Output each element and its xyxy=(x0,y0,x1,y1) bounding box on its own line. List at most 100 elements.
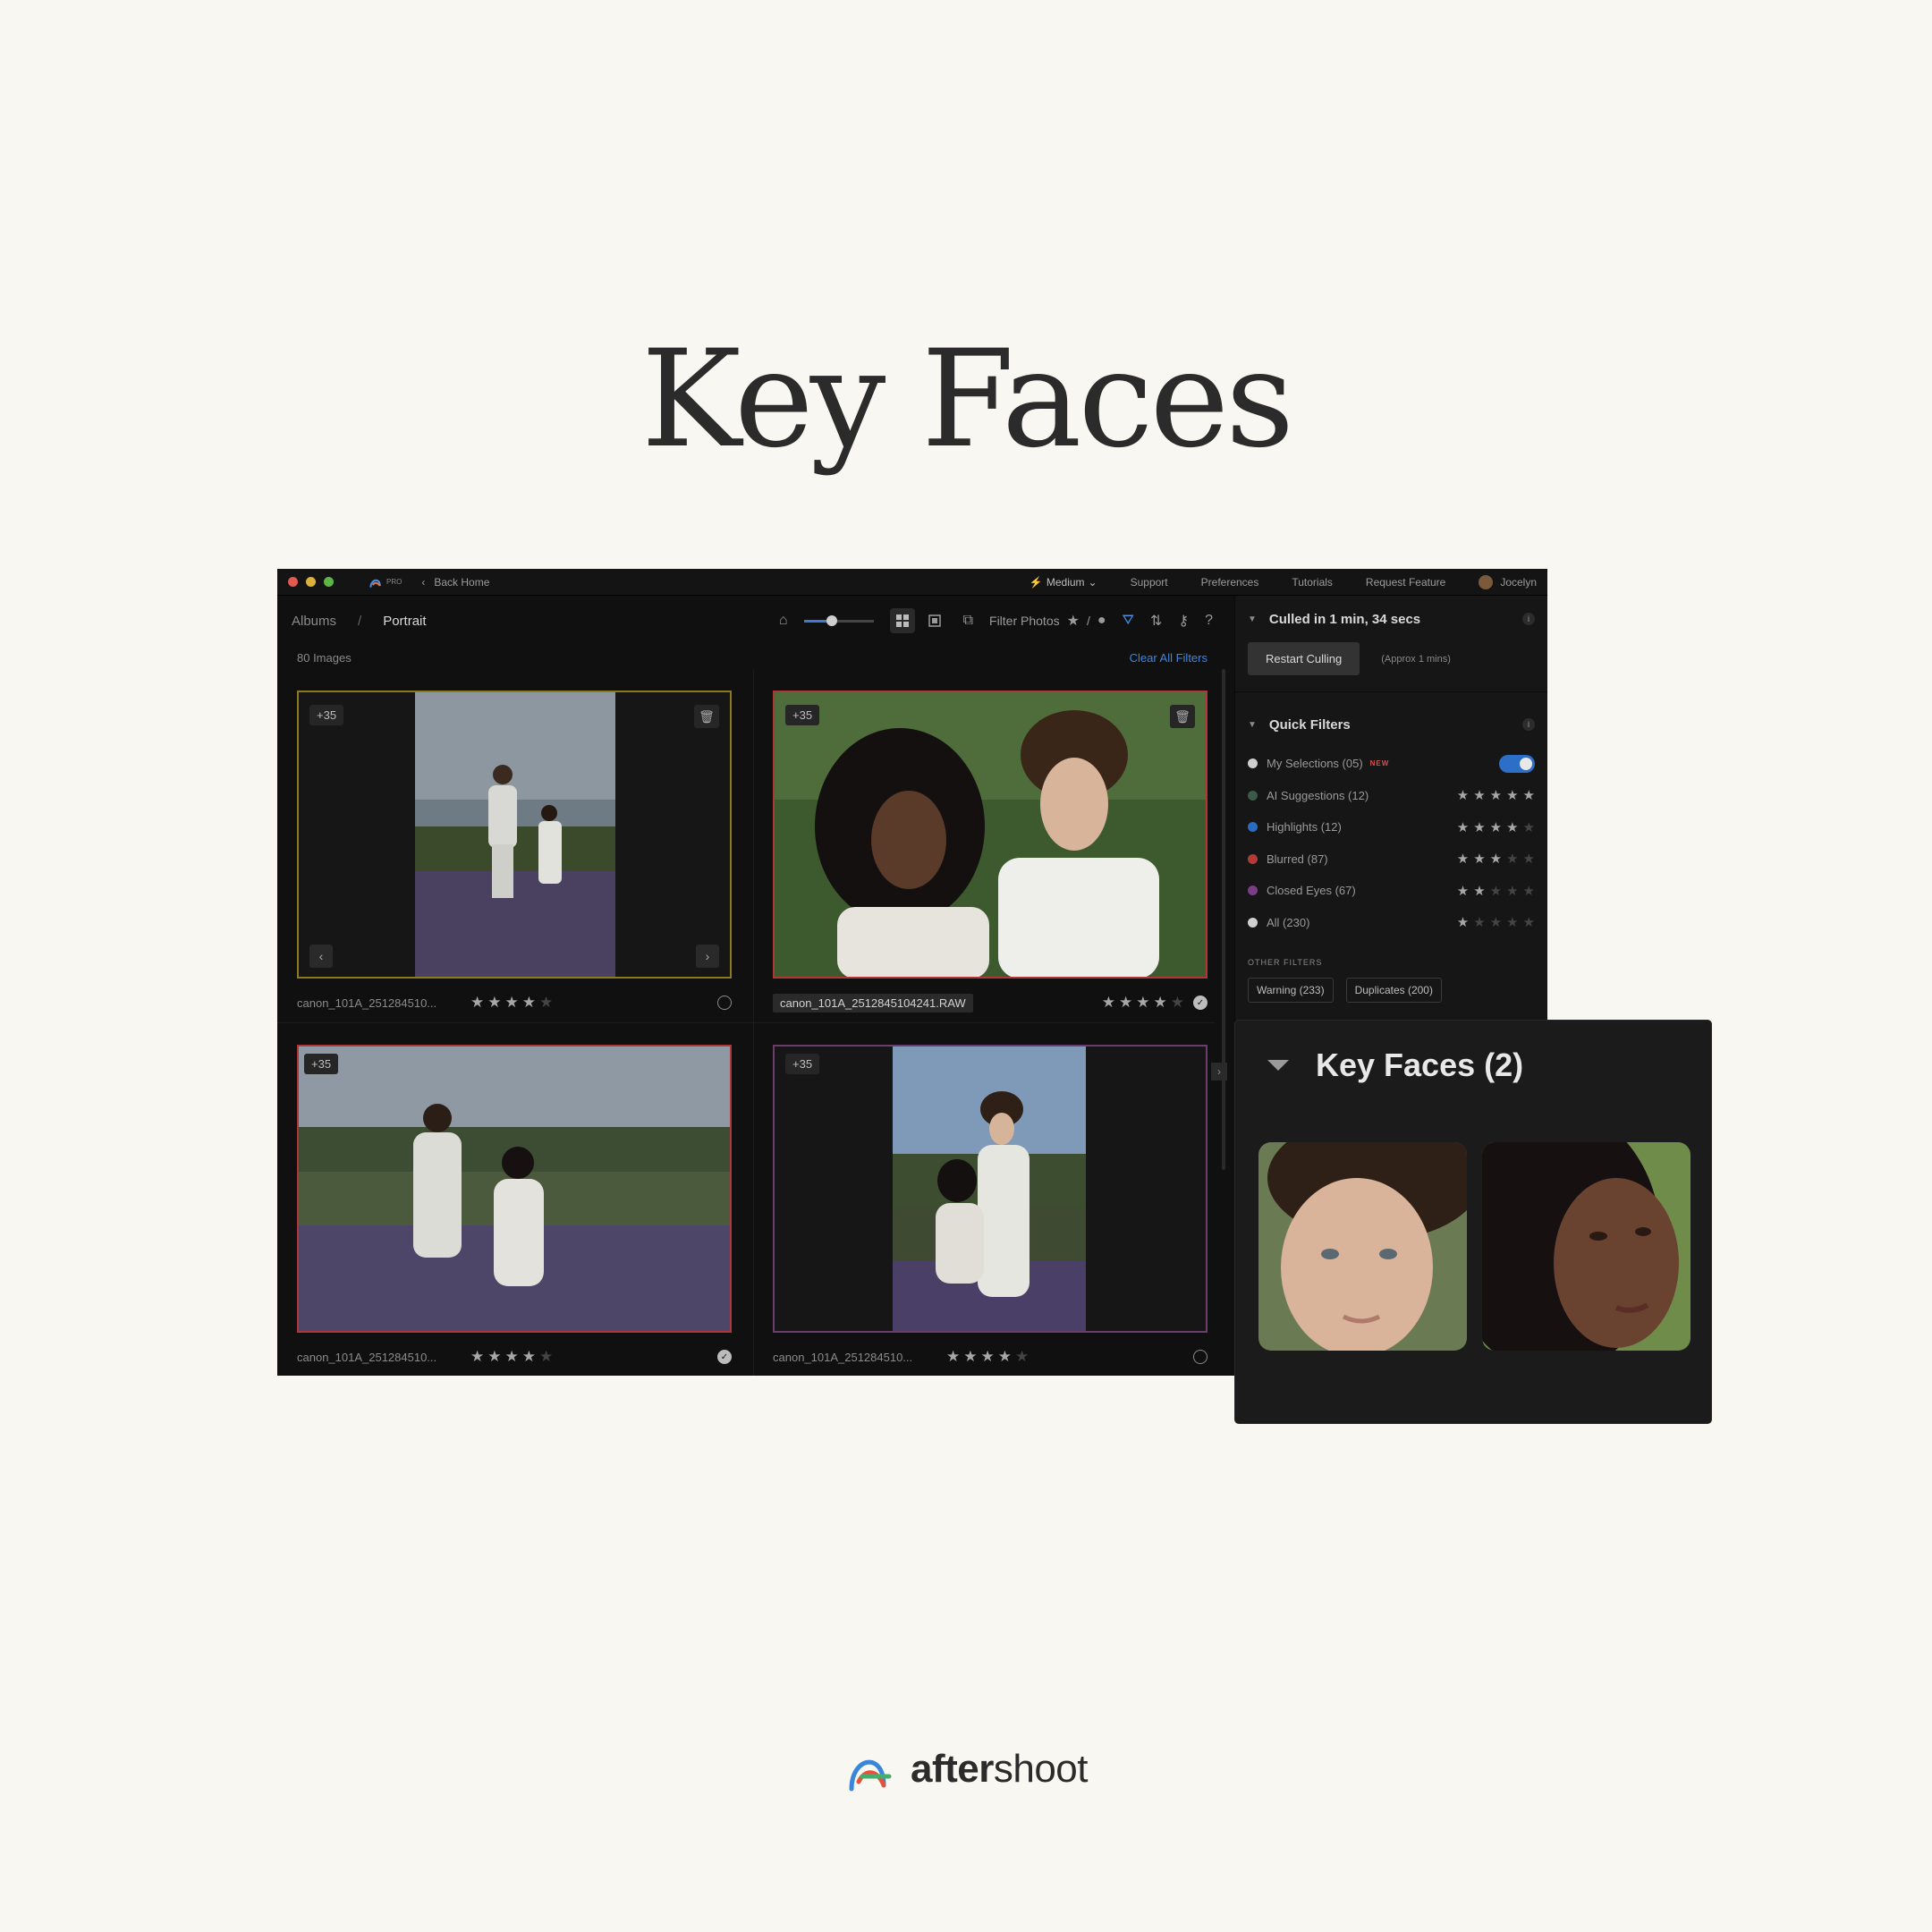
quick-filter-list: My Selections (05) NEW AI Suggestions (12)… xyxy=(1248,748,1535,938)
trash-icon[interactable]: 🗑 xyxy=(694,705,719,728)
star-icon[interactable]: ★ xyxy=(1136,994,1149,1012)
star-icon: ★ xyxy=(1522,788,1535,804)
star-icon[interactable]: ★ xyxy=(1015,1348,1029,1366)
back-home-link[interactable]: ‹ Back Home xyxy=(421,576,489,589)
key-faces-header[interactable]: Key Faces (2) xyxy=(1235,1021,1711,1110)
quick-filter-label: AI Suggestions (12) xyxy=(1267,788,1369,802)
star-icon[interactable]: ★ xyxy=(505,994,519,1012)
select-checkbox[interactable]: ✓ xyxy=(1193,996,1208,1010)
star-icon[interactable]: ★ xyxy=(522,1348,536,1366)
info-icon[interactable]: i xyxy=(1522,718,1535,731)
photo-card[interactable]: +35 canon_101A_251284510... ★ ★ ★ ★ ★ xyxy=(773,1045,1208,1376)
profile-dropdown[interactable]: ⚡ Medium ⌄ xyxy=(1030,576,1097,589)
star-icon[interactable]: ★ xyxy=(470,1348,484,1366)
quick-filter-row[interactable]: All (230) ★ ★ ★ ★ ★ xyxy=(1248,907,1535,939)
photo-couple-embrace-portrait xyxy=(893,1046,1086,1331)
quick-filters-header[interactable]: ▼ Quick Filters i xyxy=(1248,701,1535,748)
photo-frame[interactable]: +35 xyxy=(773,1045,1208,1333)
photo-card[interactable]: +35 canon_101A_251284510... ★ ★ ★ ★ ★ ✓ xyxy=(297,1045,732,1376)
star-icon[interactable]: ★ xyxy=(487,1348,501,1366)
toggle-knob xyxy=(1520,757,1532,770)
star-icon[interactable]: ★ xyxy=(470,994,484,1012)
stack-count-badge[interactable]: +35 xyxy=(785,705,820,725)
panel-collapse-button[interactable]: › xyxy=(1211,1063,1227,1080)
filter-color-dot xyxy=(1248,917,1258,928)
key-face-thumbnail[interactable] xyxy=(1482,1142,1690,1351)
filter-stars: ★ ★ ★ ★ ★ xyxy=(1457,819,1535,835)
close-window-button[interactable] xyxy=(288,577,298,587)
duplicates-filter-chip[interactable]: Duplicates (200) xyxy=(1345,978,1442,1003)
star-icon[interactable]: ★ xyxy=(946,1348,960,1366)
grid-view-button[interactable] xyxy=(889,608,915,633)
photo-card[interactable]: +35 🗑 canon_101A_2512845104241.RAW ★ ★ ★ ★ ★… xyxy=(773,691,1208,1027)
star-icon: ★ xyxy=(1473,819,1486,835)
star-icon[interactable]: ★ xyxy=(963,1348,977,1366)
filter-icon[interactable]: ⛛ xyxy=(1123,613,1134,629)
restart-culling-button[interactable]: Restart Culling xyxy=(1248,642,1360,675)
star-icon[interactable]: ★ xyxy=(1171,994,1184,1012)
warning-filter-chip[interactable]: Warning (233) xyxy=(1248,978,1334,1003)
info-icon[interactable]: i xyxy=(1522,613,1535,625)
zoom-slider[interactable] xyxy=(803,614,874,626)
culled-title: Culled in 1 min, 34 secs xyxy=(1268,611,1421,627)
bucket-icon[interactable]: ⌂ xyxy=(779,613,788,629)
minimize-window-button[interactable] xyxy=(306,577,316,587)
select-checkbox[interactable]: ✓ xyxy=(717,1350,732,1364)
star-icon[interactable]: ★ xyxy=(981,1348,995,1366)
compare-icon[interactable]: ⧉ xyxy=(963,613,973,629)
key-icon[interactable]: ⚷ xyxy=(1178,612,1189,630)
photo-frame[interactable]: +35 🗑 xyxy=(773,691,1208,979)
maximize-window-button[interactable] xyxy=(324,577,334,587)
user-menu[interactable]: Jocelyn xyxy=(1479,574,1537,589)
star-icon: ★ xyxy=(1506,852,1519,868)
photo-rating[interactable]: ★ ★ ★ ★ ★ xyxy=(946,1348,1029,1366)
quick-filter-row[interactable]: Highlights (12) ★ ★ ★ ★ ★ xyxy=(1248,811,1535,843)
star-icon[interactable]: ★ xyxy=(1102,994,1115,1012)
stack-count-badge[interactable]: +35 xyxy=(309,705,344,725)
quick-filter-row[interactable]: AI Suggestions (12) ★ ★ ★ ★ ★ xyxy=(1248,780,1535,812)
filter-color-dot xyxy=(1248,758,1258,769)
photo-rating[interactable]: ★ ★ ★ ★ ★ xyxy=(1102,994,1184,1012)
quick-filter-row[interactable]: My Selections (05) NEW xyxy=(1248,748,1535,780)
clear-all-filters-link[interactable]: Clear All Filters xyxy=(1130,651,1208,665)
star-icon: ★ xyxy=(1522,915,1535,931)
select-checkbox[interactable] xyxy=(717,996,732,1010)
photo-rating[interactable]: ★ ★ ★ ★ ★ xyxy=(470,1348,553,1366)
menu-preferences[interactable]: Preferences xyxy=(1201,576,1259,589)
filter-photos-control[interactable]: Filter Photos ★ / ● xyxy=(989,612,1106,630)
photo-card[interactable]: +35 🗑 ‹ › canon_101A_251284510... ★ ★ ★ ★ ★ xyxy=(297,691,732,1027)
photo-frame[interactable]: +35 🗑 ‹ › xyxy=(297,691,732,979)
star-icon[interactable]: ★ xyxy=(487,994,501,1012)
next-photo-button[interactable]: › xyxy=(696,945,719,968)
star-icon[interactable]: ★ xyxy=(505,1348,519,1366)
select-checkbox[interactable] xyxy=(1193,1350,1208,1364)
breadcrumb-albums[interactable]: Albums xyxy=(292,614,336,629)
star-icon[interactable]: ★ xyxy=(1154,994,1167,1012)
star-icon[interactable]: ★ xyxy=(539,1348,553,1366)
sort-icon[interactable]: ⇅ xyxy=(1150,612,1162,630)
star-icon[interactable]: ★ xyxy=(539,994,553,1012)
filter-stars: ★ ★ ★ ★ ★ xyxy=(1457,914,1535,930)
key-face-thumbnail[interactable] xyxy=(1258,1142,1467,1351)
trash-icon[interactable]: 🗑 xyxy=(1170,705,1195,728)
photo-frame[interactable]: +35 xyxy=(297,1045,732,1333)
stack-count-badge[interactable]: +35 xyxy=(785,1054,820,1074)
menu-support[interactable]: Support xyxy=(1131,576,1168,589)
my-selections-toggle[interactable] xyxy=(1499,754,1535,773)
stack-count-badge[interactable]: +35 xyxy=(304,1054,339,1074)
zoom-slider-knob[interactable] xyxy=(826,614,837,626)
quick-filter-row[interactable]: Closed Eyes (67) ★ ★ ★ ★ ★ xyxy=(1248,875,1535,907)
grid-scrollbar[interactable] xyxy=(1222,669,1225,1170)
menu-request-feature[interactable]: Request Feature xyxy=(1366,576,1445,589)
help-icon[interactable]: ? xyxy=(1205,613,1213,629)
prev-photo-button[interactable]: ‹ xyxy=(309,945,333,968)
photo-rating[interactable]: ★ ★ ★ ★ ★ xyxy=(470,994,553,1012)
menu-tutorials[interactable]: Tutorials xyxy=(1292,576,1333,589)
quick-filter-row[interactable]: Blurred (87) ★ ★ ★ ★ ★ xyxy=(1248,843,1535,876)
star-icon[interactable]: ★ xyxy=(998,1348,1012,1366)
star-icon[interactable]: ★ xyxy=(1119,994,1132,1012)
app-logo: PRO xyxy=(369,575,402,589)
single-view-button[interactable] xyxy=(922,608,947,633)
culling-header[interactable]: ▼ Culled in 1 min, 34 secs i xyxy=(1248,596,1535,642)
star-icon[interactable]: ★ xyxy=(522,994,536,1012)
